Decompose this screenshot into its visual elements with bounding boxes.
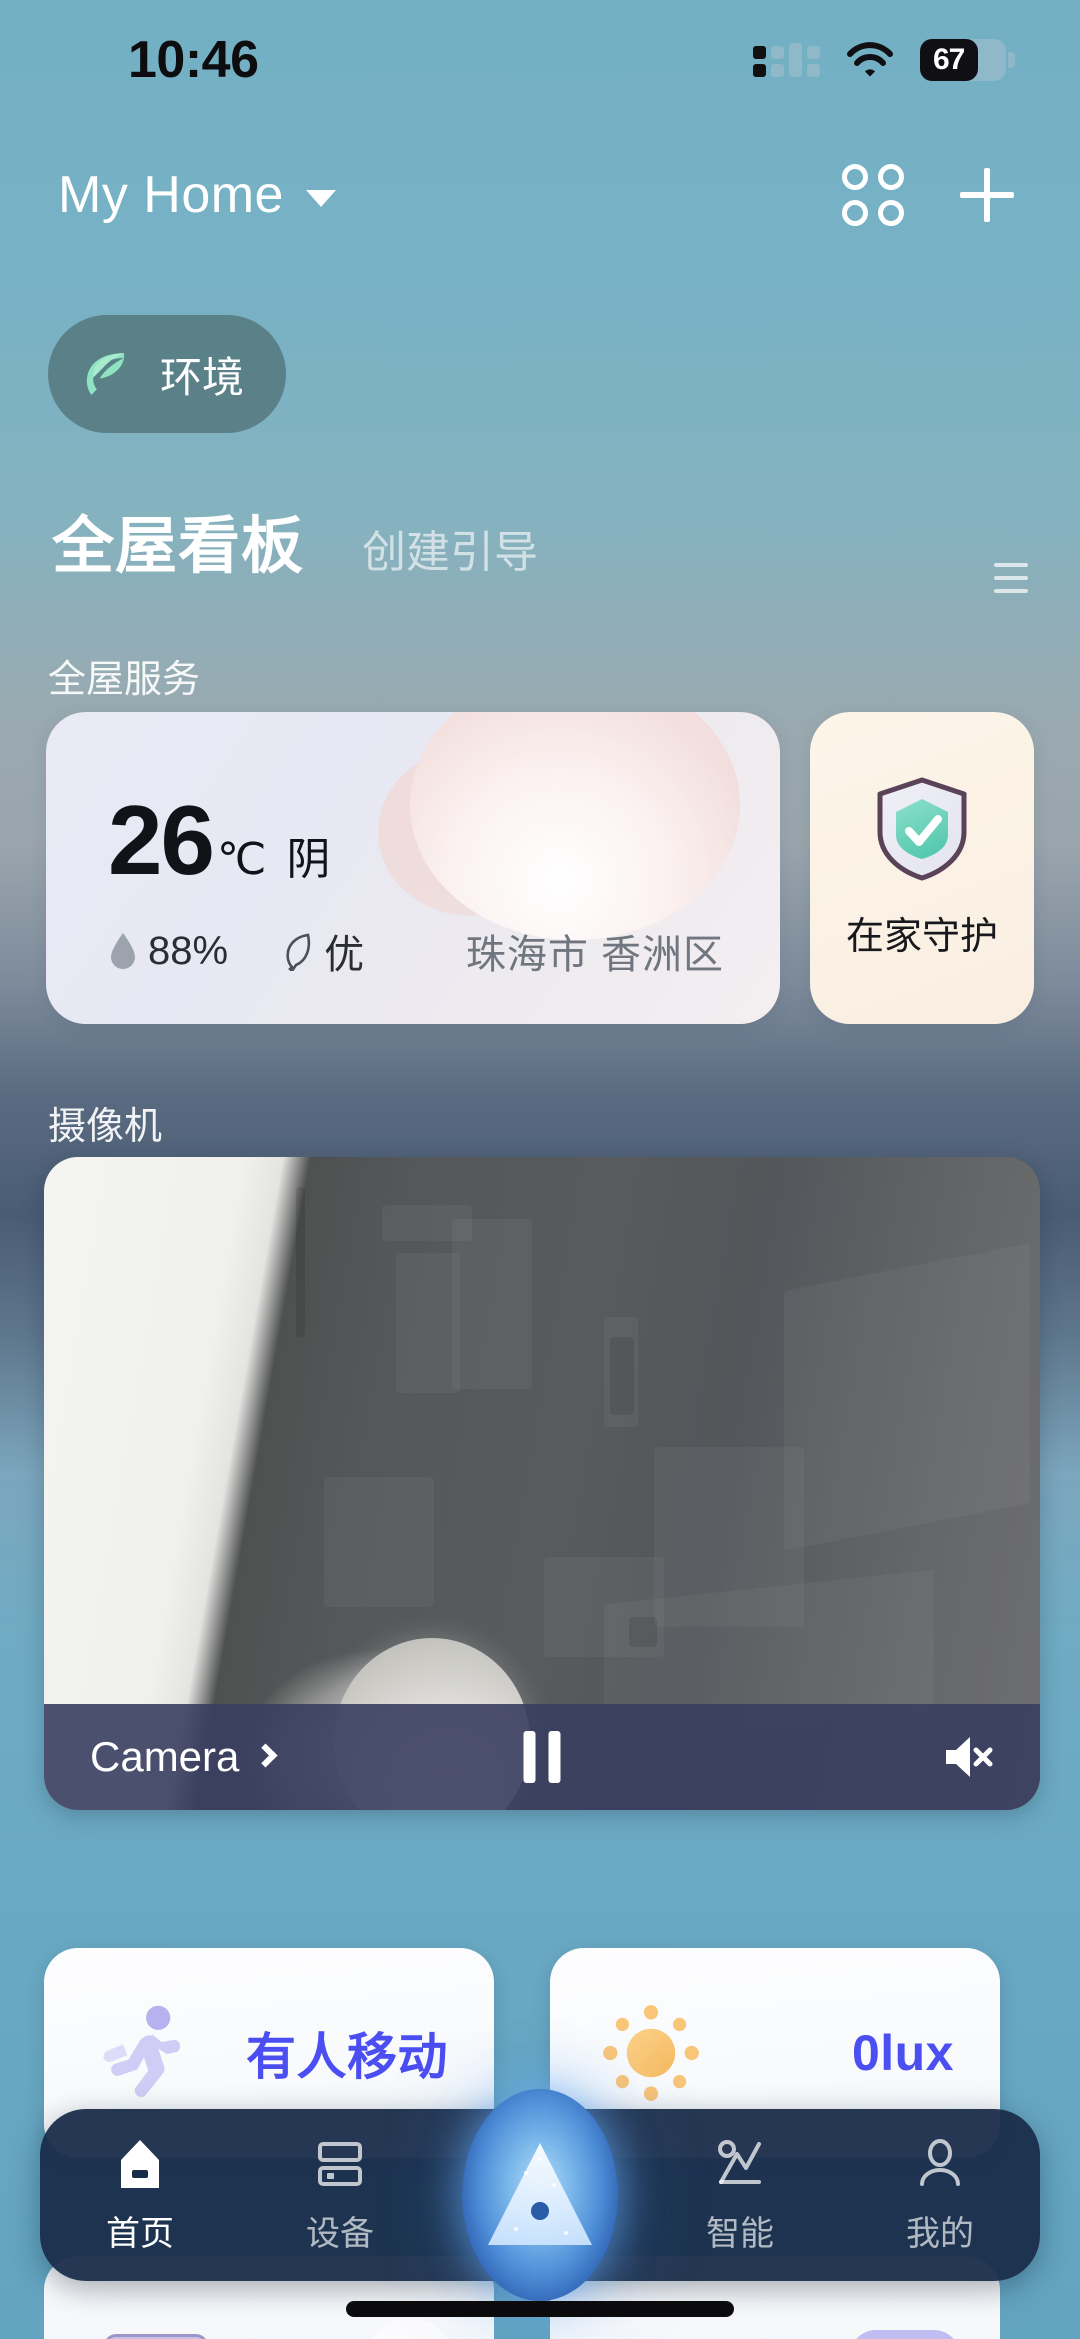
chevron-down-icon <box>305 189 336 207</box>
app-root: 10:46 67 My Home 环境 全屋看板 创建引导 全屋服务 摄像机 2… <box>0 0 1080 2339</box>
partial-card-icon <box>104 2334 208 2339</box>
home-indicator <box>346 2301 734 2317</box>
guard-label: 在家守护 <box>845 915 998 958</box>
devices-icon <box>318 2141 362 2186</box>
home-icon <box>121 2139 159 2188</box>
home-selector[interactable]: My Home <box>58 165 336 225</box>
air-quality-value: 优 <box>324 933 365 977</box>
pause-icon[interactable] <box>523 1731 561 1783</box>
leaf-icon <box>286 933 311 971</box>
weather-temperature: 26 <box>108 785 215 895</box>
water-drop-icon <box>111 933 135 969</box>
home-name-label: My Home <box>58 166 284 224</box>
camera-name-button[interactable]: Camera <box>90 1733 278 1781</box>
nav-item-devices[interactable]: 设备 <box>240 2109 440 2281</box>
weather-air-quality: 优 <box>282 922 364 980</box>
weather-card[interactable]: 26 ℃ 阴 88% 优 珠海市 香洲区 <box>46 712 780 1024</box>
weather-unit: ℃ <box>217 835 267 884</box>
environment-label: 环境 <box>160 353 245 401</box>
humidity-value: 88% <box>148 928 229 973</box>
battery-icon: 67 <box>920 39 1015 81</box>
environment-chip[interactable]: 环境 <box>48 315 287 433</box>
status-bar: 10:46 67 <box>0 0 1080 120</box>
partial-card-icon-round <box>364 2318 456 2339</box>
shield-check-icon <box>877 777 967 880</box>
user-profile-icon <box>920 2138 960 2186</box>
tab-create-guide[interactable]: 创建引导 <box>362 516 538 580</box>
leaf-icon <box>86 353 125 395</box>
header-actions <box>842 164 1014 226</box>
nav-item-ai-assistant[interactable] <box>440 2089 640 2301</box>
chevron-right-icon <box>253 1742 278 1768</box>
status-icons: 67 <box>753 39 1015 81</box>
camera-card[interactable]: Camera <box>44 1157 1040 1810</box>
home-guard-card[interactable]: 在家守护 <box>810 712 1034 1024</box>
section-label-whole-house-service: 全屋服务 <box>48 659 201 701</box>
camera-control-bar: Camera <box>44 1704 1040 1810</box>
status-time: 10:46 <box>128 31 259 89</box>
weather-location: 珠海市 香洲区 <box>465 933 724 977</box>
hamburger-menu-icon[interactable] <box>994 563 1028 599</box>
wifi-icon <box>847 42 893 77</box>
weather-condition: 阴 <box>286 835 331 884</box>
section-label-camera: 摄像机 <box>48 1106 163 1148</box>
illuminance-sensor-value: 0lux <box>851 2025 954 2081</box>
battery-level: 67 <box>933 43 965 76</box>
dashboard-tabs: 全屋看板 创建引导 <box>0 495 1080 599</box>
weather-details: 88% 优 珠海市 香洲区 <box>108 922 724 980</box>
speaker-muted-icon[interactable] <box>940 1732 994 1782</box>
bottom-navigation-bar: 首页 设备 智能 我的 <box>40 2089 1040 2301</box>
cellular-signal-icon <box>753 43 820 77</box>
partial-card-icon-blob <box>850 2330 960 2339</box>
plus-icon[interactable] <box>960 168 1014 222</box>
nav-label-devices: 设备 <box>306 2214 374 2253</box>
nav-item-home[interactable]: 首页 <box>40 2109 240 2281</box>
nav-label-home: 首页 <box>106 2214 174 2253</box>
nav-item-profile[interactable]: 我的 <box>840 2109 1040 2281</box>
nav-label-profile: 我的 <box>906 2214 974 2253</box>
grid-view-icon[interactable] <box>842 164 904 226</box>
camera-name-label: Camera <box>90 1733 240 1780</box>
ai-assistant-orb-icon <box>462 2089 618 2301</box>
sun-icon <box>603 2005 699 2101</box>
automation-chart-icon <box>718 2139 761 2184</box>
motion-sensor-value: 有人移动 <box>246 2029 448 2085</box>
tab-whole-house-dashboard[interactable]: 全屋看板 <box>52 495 304 585</box>
nav-label-automation: 智能 <box>706 2214 774 2253</box>
weather-main: 26 ℃ 阴 <box>108 784 330 897</box>
running-person-icon <box>103 2005 181 2098</box>
nav-item-automation[interactable]: 智能 <box>640 2109 840 2281</box>
weather-humidity: 88% <box>108 929 228 974</box>
app-header: My Home <box>0 140 1080 250</box>
